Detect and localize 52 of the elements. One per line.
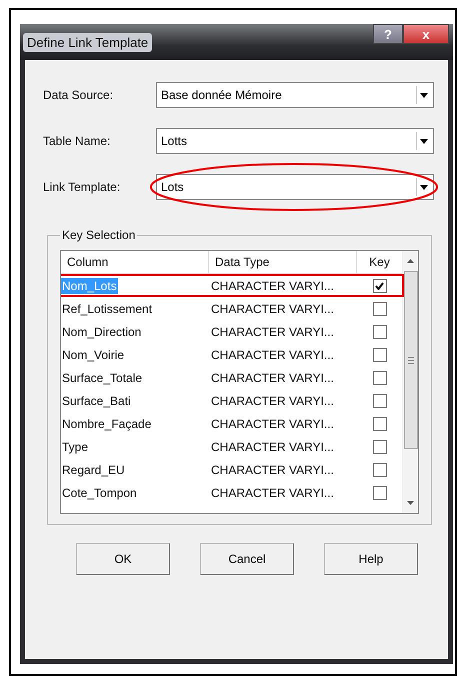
grip-icon <box>408 356 414 364</box>
field-label: Table Name: <box>43 134 112 148</box>
data-type: CHARACTER VARYI... <box>211 324 334 338</box>
key-checkbox[interactable] <box>372 440 386 454</box>
data-type: CHARACTER VARYI... <box>211 416 334 430</box>
column-name[interactable]: Regard_EU <box>61 462 126 478</box>
key-checkbox[interactable] <box>372 462 386 476</box>
dropdown-field[interactable]: Lots <box>156 174 434 200</box>
column-header[interactable]: Column <box>61 251 209 273</box>
data-type: CHARACTER VARYI... <box>211 278 334 292</box>
scroll-down-icon[interactable] <box>407 501 414 505</box>
close-button[interactable]: x <box>403 24 449 44</box>
key-checkbox[interactable] <box>372 348 386 362</box>
dropdown-field[interactable]: Lotts <box>156 128 434 154</box>
key-checkbox[interactable] <box>372 278 386 292</box>
dropdown-arrow-icon[interactable] <box>416 132 431 150</box>
dialog-button[interactable]: Help <box>324 543 418 575</box>
data-type: CHARACTER VARYI... <box>211 348 334 362</box>
column-name[interactable]: Cote_Tompon <box>61 484 138 500</box>
key-checkbox[interactable] <box>372 370 386 384</box>
column-name[interactable]: Surface_Totale <box>61 370 144 386</box>
data-type: CHARACTER VARYI... <box>211 394 334 408</box>
dropdown-field[interactable]: Base donnée Mémoire <box>156 82 434 108</box>
column-name[interactable]: Ref_Lotissement <box>61 300 154 316</box>
field-label: Data Source: <box>43 88 114 102</box>
field-label: Link Template: <box>43 180 122 194</box>
scroll-thumb[interactable] <box>404 271 418 449</box>
scrollbar[interactable] <box>402 251 418 513</box>
key-checkbox[interactable] <box>372 416 386 430</box>
column-name[interactable]: Surface_Bati <box>61 392 132 408</box>
dialog-button[interactable]: OK <box>76 543 170 575</box>
key-checkbox[interactable] <box>372 394 386 408</box>
column-header[interactable]: Data Type <box>209 251 357 273</box>
dialog-button[interactable]: Cancel <box>200 543 294 575</box>
data-type: CHARACTER VARYI... <box>211 302 334 316</box>
group-title: Key Selection <box>61 228 136 242</box>
scroll-up-icon[interactable] <box>407 259 414 263</box>
data-type: CHARACTER VARYI... <box>211 486 334 500</box>
data-type: CHARACTER VARYI... <box>211 370 334 384</box>
column-name[interactable]: Type <box>61 438 90 454</box>
column-name[interactable]: Nombre_Façade <box>61 416 152 432</box>
data-type: CHARACTER VARYI... <box>211 462 334 476</box>
data-type: CHARACTER VARYI... <box>211 440 334 454</box>
column-name[interactable]: Nom_Voirie <box>61 346 126 362</box>
key-checkbox[interactable] <box>372 324 386 338</box>
dropdown-arrow-icon[interactable] <box>416 86 431 104</box>
key-checkbox[interactable] <box>372 302 386 316</box>
key-checkbox[interactable] <box>372 486 386 500</box>
column-header[interactable]: Key <box>357 251 402 273</box>
column-name[interactable]: Nom_Direction <box>61 324 142 340</box>
window-title: Define Link Template <box>23 32 152 52</box>
dropdown-arrow-icon[interactable] <box>416 178 431 196</box>
